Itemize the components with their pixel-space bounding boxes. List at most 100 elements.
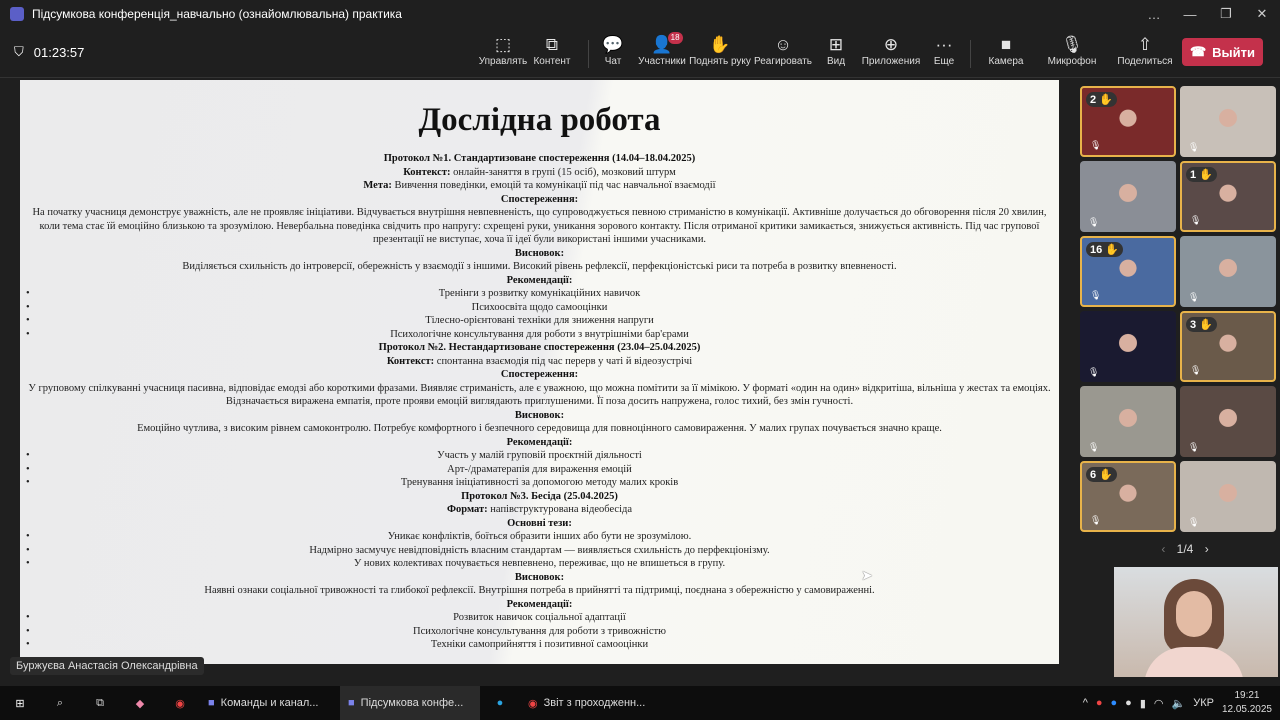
field-label: Формат: <box>447 504 488 515</box>
toolbar-label: Микрофон <box>1047 56 1097 67</box>
participant-tile[interactable]: 🎙 <box>1180 461 1276 532</box>
mic-off-icon: 🎙 <box>1188 142 1200 152</box>
toolbar-raise-hand-button[interactable]: ✋ Поднять руку <box>685 34 755 67</box>
heading-text: Протокол №2. Нестандартизоване спостереж… <box>378 342 701 353</box>
list-item: Тренінги з розвитку комунікаційних навич… <box>20 287 1059 301</box>
battery-icon[interactable]: ▮ <box>1140 697 1146 710</box>
heading-text: Спостереження: <box>500 369 579 380</box>
toolbar-label: Еще <box>933 56 955 67</box>
list-item: Тренування ініціативності за допомогою м… <box>20 476 1059 490</box>
zoom-icon[interactable]: ● <box>1111 697 1118 709</box>
participant-tile[interactable]: 3 ✋ 🎙 <box>1180 311 1276 382</box>
participant-tile[interactable]: 🎙 <box>1080 161 1176 232</box>
presenter-name: Буржуєва Анастасія Олександрівна <box>10 657 204 675</box>
self-view-video: 🎙 <box>1114 567 1278 677</box>
list-item: Участь у малій груповій проєктній діяльн… <box>20 449 1059 463</box>
heading-text: Протокол №1. Стандартизоване спостережен… <box>383 153 696 164</box>
field-line: Мета: Вивчення поведінки, емоцій та кому… <box>20 179 1059 193</box>
participant-tile[interactable]: 🎙 <box>1180 236 1276 307</box>
close-button[interactable]: ✕ <box>1244 0 1280 28</box>
chevron-up-icon[interactable]: ^ <box>1083 697 1088 709</box>
maximize-button[interactable]: ❐ <box>1208 0 1244 28</box>
heading-text: Спостереження: <box>500 193 579 205</box>
toolbar-mic-off-button[interactable]: 🎙 Микрофон <box>1037 34 1107 67</box>
participant-tile[interactable]: 🎙 <box>1080 386 1176 457</box>
paragraph: На початку учасниця демонструє уважність… <box>32 207 1047 245</box>
participant-tile[interactable]: 2 ✋ 🎙 <box>1080 86 1176 157</box>
field-label: Контекст: <box>386 355 435 367</box>
toolbar-label: Участники <box>638 56 686 67</box>
section-heading: Висновок: <box>20 409 1059 423</box>
chrome-button[interactable]: ◉ <box>160 686 200 720</box>
participant-tile[interactable]: 🎙 <box>1080 311 1176 382</box>
clock[interactable]: 19:21 12.05.2025 <box>1222 689 1272 717</box>
language-indicator[interactable]: УКР <box>1193 697 1214 709</box>
field-line: Контекст: спонтанна взаємодія під час пе… <box>20 355 1059 369</box>
camera-icon: ■ <box>1000 35 1012 54</box>
windows-icon: ⊞ <box>15 697 25 710</box>
field-line: Формат: напівструктурована відеобесіда <box>20 503 1059 517</box>
participants-count-badge: 18 <box>667 32 683 44</box>
shared-document: Дослідна робота Протокол №1. Стандартизо… <box>20 80 1059 664</box>
participant-tile[interactable]: 🎙 <box>1180 386 1276 457</box>
section-heading: Висновок: <box>20 247 1059 261</box>
mic-off-icon: 🎙 <box>1190 215 1202 225</box>
mic-off-icon: 🎙 <box>1090 515 1102 525</box>
field-value: спонтанна взаємодія під час перерв у чат… <box>434 355 693 367</box>
heading-text: Висновок: <box>514 571 565 583</box>
field-label: Контекст: <box>403 166 451 178</box>
taskbar-app-chrome[interactable]: ◉ Звіт з проходженн... <box>520 686 660 720</box>
people-icon: 👤 18 <box>651 32 683 56</box>
tray-app-icon[interactable]: ● <box>1096 697 1103 709</box>
telegram-button[interactable]: ● <box>480 686 520 720</box>
list-item: У нових колективах почувається невпевнен… <box>20 557 1059 571</box>
leave-button[interactable]: ☎ Выйти <box>1182 38 1263 66</box>
participant-tile[interactable]: 🎙 <box>1180 86 1276 157</box>
taskbar-app-teams-1[interactable]: ■ Команды и канал... <box>200 686 340 720</box>
section-heading: Протокол №3. Бесіда (25.04.2025) <box>20 490 1059 504</box>
mic-off-icon: 🎙 <box>1061 35 1083 54</box>
participant-tile[interactable]: 16 ✋ 🎙 <box>1080 236 1176 307</box>
task-view-button[interactable]: ⧉ <box>80 686 120 720</box>
toolbar-more-button[interactable]: ··· Еще <box>909 34 979 67</box>
mic-off-icon: 🎙 <box>1088 442 1100 452</box>
smile-icon: ☺ <box>774 35 792 54</box>
field-value: напівструктурована відеобесіда <box>487 504 632 515</box>
raised-hand-badge: 1 ✋ <box>1186 167 1217 182</box>
more-options-button[interactable]: … <box>1136 0 1172 28</box>
speaker-icon[interactable]: 🔈 <box>1172 697 1186 710</box>
section-heading: Протокол №1. Стандартизоване спостережен… <box>20 152 1059 166</box>
raised-hand-badge: 2 ✋ <box>1086 92 1117 107</box>
raise-hand-icon: ✋ <box>709 35 731 54</box>
toolbar-label: Камера <box>988 56 1024 67</box>
copilot-button[interactable]: ◆ <box>120 686 160 720</box>
heading-text: Рекомендації: <box>506 598 573 610</box>
toolbar-content-button[interactable]: ⧉ Контент <box>517 34 587 67</box>
mic-off-icon: 🎙 <box>1190 365 1202 375</box>
network-icon[interactable]: ◠ <box>1154 697 1164 710</box>
start-button[interactable]: ⊞ <box>0 686 40 720</box>
toolbar-camera-button[interactable]: ■ Камера <box>971 34 1041 67</box>
list-item: Арт-/драматерапія для вираження емоцій <box>20 463 1059 477</box>
minimize-button[interactable]: — <box>1172 0 1208 28</box>
toolbar-share-button[interactable]: ⇧ Поделиться <box>1110 34 1180 67</box>
mouse-cursor-icon: ➤ <box>861 567 873 583</box>
tray-app-icon[interactable]: ● <box>1125 697 1132 709</box>
search-button[interactable]: ⌕ <box>40 686 80 720</box>
paragraph: Виділяється схильність до інтроверсії, о… <box>182 261 897 272</box>
more-icon: ··· <box>935 35 953 54</box>
windows-taskbar: ⊞ ⌕ ⧉ ◆ ◉ ■ Команды и канал... ■ Підсумков… <box>0 686 1280 720</box>
heading-text: Рекомендації: <box>506 436 573 448</box>
participant-tile[interactable]: 6 ✋ 🎙 <box>1080 461 1176 532</box>
participant-tile[interactable]: 1 ✋ 🎙 <box>1180 161 1276 232</box>
next-page-button[interactable]: › <box>1205 542 1209 556</box>
mic-off-icon: 🎙 <box>1188 442 1200 452</box>
apps-plus-icon: ⊕ <box>883 35 899 54</box>
list-item: Розвиток навичок соціальної адаптації <box>20 611 1059 625</box>
taskbar-app-teams-meeting[interactable]: ■ Підсумкова конфе... <box>340 686 480 720</box>
mic-off-icon: 🎙 <box>1088 367 1100 377</box>
toolbar-label: Поделиться <box>1117 56 1173 67</box>
share-icon: ⇧ <box>1137 35 1153 54</box>
prev-page-button[interactable]: ‹ <box>1161 542 1165 556</box>
grid-view-icon: ⊞ <box>828 35 844 54</box>
